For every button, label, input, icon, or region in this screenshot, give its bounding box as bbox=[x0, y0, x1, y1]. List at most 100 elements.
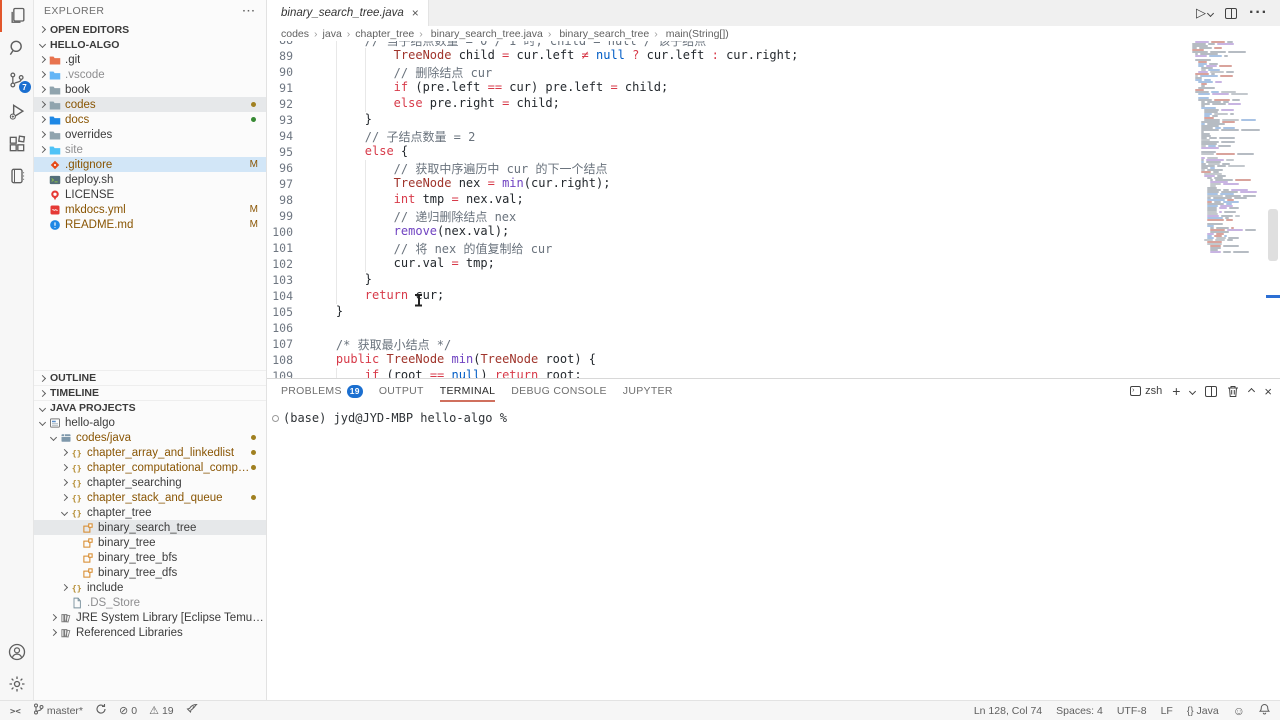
panel-tab-debug-console[interactable]: DEBUG CONSOLE bbox=[511, 379, 607, 403]
open-editors-section[interactable]: OPEN EDITORS bbox=[34, 22, 266, 37]
indent-guide bbox=[307, 352, 336, 368]
tree-item-deploy.sh[interactable]: deploy.sh bbox=[34, 172, 266, 187]
status-warning[interactable]: ⚠19 bbox=[149, 704, 174, 717]
status-utf-8[interactable]: UTF-8 bbox=[1117, 705, 1147, 717]
tree-item-.gitignore[interactable]: .gitignoreM bbox=[34, 157, 266, 172]
project-root-section[interactable]: HELLO-ALGO bbox=[34, 37, 266, 52]
close-panel-icon[interactable]: × bbox=[1264, 384, 1272, 399]
code-line: 95else { bbox=[267, 144, 1190, 160]
new-terminal-icon[interactable]: + bbox=[1172, 386, 1180, 396]
status-sync[interactable] bbox=[95, 703, 107, 718]
status-branch[interactable]: master* bbox=[33, 703, 83, 718]
tree-item-chapter_computational_complexity[interactable]: {}chapter_computational_complexity bbox=[34, 460, 266, 475]
breadcrumb-item-chapter_tree[interactable]: chapter_tree bbox=[355, 28, 414, 40]
more-actions-icon[interactable]: ··· bbox=[1249, 4, 1268, 22]
search-icon[interactable] bbox=[0, 32, 34, 64]
split-editor-icon[interactable] bbox=[1225, 8, 1237, 19]
git-status-dot bbox=[251, 102, 256, 107]
breadcrumb-item-mainstring[interactable]: main(String[]) bbox=[663, 28, 729, 40]
status-feedback[interactable]: ☺ bbox=[1233, 704, 1245, 718]
panel-tab-jupyter[interactable]: JUPYTER bbox=[623, 379, 673, 403]
breadcrumb-item-codes[interactable]: codes bbox=[281, 28, 309, 40]
minimap[interactable] bbox=[1190, 41, 1266, 378]
tree-item-include[interactable]: {}include bbox=[34, 580, 266, 595]
tree-item-binary_search_tree[interactable]: binary_search_tree bbox=[34, 520, 266, 535]
tree-item-book[interactable]: book bbox=[34, 82, 266, 97]
tree-item-chapter_stack_and_queue[interactable]: {}chapter_stack_and_queue bbox=[34, 490, 266, 505]
shell-selector[interactable]: › zsh bbox=[1130, 385, 1162, 397]
tab-binary-search-tree[interactable]: binary_search_tree.java × bbox=[267, 0, 429, 26]
tree-item-binary_tree_dfs[interactable]: binary_tree_dfs bbox=[34, 565, 266, 580]
indent-guide bbox=[307, 288, 336, 304]
panel-tab-problems[interactable]: PROBLEMS19 bbox=[281, 379, 363, 403]
status-label: LF bbox=[1161, 705, 1173, 717]
terminal-dropdown-icon[interactable] bbox=[1190, 389, 1195, 394]
tree-item-chapter_array_and_linkedlist[interactable]: {}chapter_array_and_linkedlist bbox=[34, 445, 266, 460]
code-line: 94// 子结点数量 = 2 bbox=[267, 128, 1190, 144]
notebook-icon[interactable] bbox=[0, 160, 34, 192]
braces-icon: {} bbox=[70, 476, 83, 489]
tree-item-binary_tree[interactable]: binary_tree bbox=[34, 535, 266, 550]
indent-guide bbox=[307, 192, 336, 208]
code-editor[interactable]: 88// 当子结点数量 = 0 / 1 时, child = null / 该子… bbox=[267, 41, 1280, 378]
account-icon[interactable] bbox=[0, 636, 34, 668]
status-spaces-4[interactable]: Spaces: 4 bbox=[1056, 705, 1103, 717]
status-remote[interactable]: >< bbox=[10, 705, 21, 717]
braces-icon: {} bbox=[70, 506, 83, 519]
terminal[interactable]: (base) jyd@JYD-MBP hello-algo % bbox=[267, 403, 1280, 700]
split-terminal-icon[interactable] bbox=[1205, 386, 1217, 397]
tree-item-readme.md[interactable]: README.mdM bbox=[34, 217, 266, 232]
panel-tab-terminal[interactable]: TERMINAL bbox=[440, 379, 496, 403]
status-bell[interactable] bbox=[1259, 703, 1270, 718]
status-label: master* bbox=[47, 705, 83, 717]
sidebar-more-actions-button[interactable]: ··· bbox=[243, 5, 257, 17]
tree-item-docs[interactable]: docs bbox=[34, 112, 266, 127]
tree-item-label: overrides bbox=[65, 129, 112, 141]
tree-item-chapter_tree[interactable]: {}chapter_tree bbox=[34, 505, 266, 520]
source-control-icon[interactable]: 7 bbox=[0, 64, 34, 96]
tree-item-jresystemlibraryeclipsetemurin1717...[interactable]: JRE System Library [Eclipse Temurin 17 [… bbox=[34, 610, 266, 625]
code-line-content: if (root == null) return root; bbox=[307, 368, 582, 378]
tree-item-license[interactable]: LICENSE bbox=[34, 187, 266, 202]
run-debug-icon[interactable] bbox=[0, 96, 34, 128]
kill-terminal-icon[interactable] bbox=[1227, 385, 1239, 398]
tree-item-label: LICENSE bbox=[65, 189, 114, 201]
indent-guide bbox=[307, 128, 336, 144]
panel-tab-output[interactable]: OUTPUT bbox=[379, 379, 424, 403]
status-lf[interactable]: LF bbox=[1161, 705, 1173, 717]
extensions-icon[interactable] bbox=[0, 128, 34, 160]
tree-item-.git[interactable]: .git bbox=[34, 52, 266, 67]
tree-item-codesjava[interactable]: codes/java bbox=[34, 430, 266, 445]
tree-item-mkdocs.yml[interactable]: mkdocs.ymlM bbox=[34, 202, 266, 217]
git-status-dot bbox=[251, 117, 256, 122]
tree-item-binary_tree_bfs[interactable]: binary_tree_bfs bbox=[34, 550, 266, 565]
tree-item-overrides[interactable]: overrides bbox=[34, 127, 266, 142]
tree-item-hello-algo[interactable]: hello-algo bbox=[34, 415, 266, 430]
breadcrumb-item-java[interactable]: java bbox=[323, 28, 342, 40]
tab-close-icon[interactable]: × bbox=[412, 6, 419, 20]
tree-item-codes[interactable]: codes bbox=[34, 97, 266, 112]
tree-item-site[interactable]: site bbox=[34, 142, 266, 157]
breadcrumb-item-binary_search_tree.java[interactable]: binary_search_tree.java bbox=[428, 28, 543, 40]
status-braces[interactable]: {}Java bbox=[1187, 705, 1219, 717]
explorer-icon[interactable] bbox=[0, 0, 34, 32]
scrollbar-thumb[interactable] bbox=[1268, 209, 1278, 261]
tree-item-referencedlibraries[interactable]: Referenced Libraries bbox=[34, 625, 266, 640]
timeline-section[interactable]: TIMELINE bbox=[34, 385, 266, 400]
maximize-panel-icon[interactable] bbox=[1249, 389, 1254, 394]
status-error[interactable]: ⊘0 bbox=[119, 704, 137, 717]
tree-item-.vscode[interactable]: .vscode bbox=[34, 67, 266, 82]
chevron-right-icon bbox=[38, 86, 45, 93]
tree-item-.ds_store[interactable]: .DS_Store bbox=[34, 595, 266, 610]
outline-section[interactable]: OUTLINE bbox=[34, 370, 266, 385]
lib-icon bbox=[59, 611, 72, 624]
settings-gear-icon[interactable] bbox=[0, 668, 34, 700]
status-rocket[interactable] bbox=[186, 703, 198, 718]
status-ln-128-col-74[interactable]: Ln 128, Col 74 bbox=[974, 705, 1042, 717]
java-projects-section[interactable]: JAVA PROJECTS bbox=[34, 400, 266, 415]
breadcrumb-item-binary_search_tree[interactable]: binary_search_tree bbox=[556, 28, 649, 40]
run-java-button[interactable]: ▷ bbox=[1196, 5, 1213, 21]
indent-guide bbox=[307, 256, 336, 272]
breadcrumb-label: main(String[]) bbox=[666, 28, 729, 40]
tree-item-chapter_searching[interactable]: {}chapter_searching bbox=[34, 475, 266, 490]
